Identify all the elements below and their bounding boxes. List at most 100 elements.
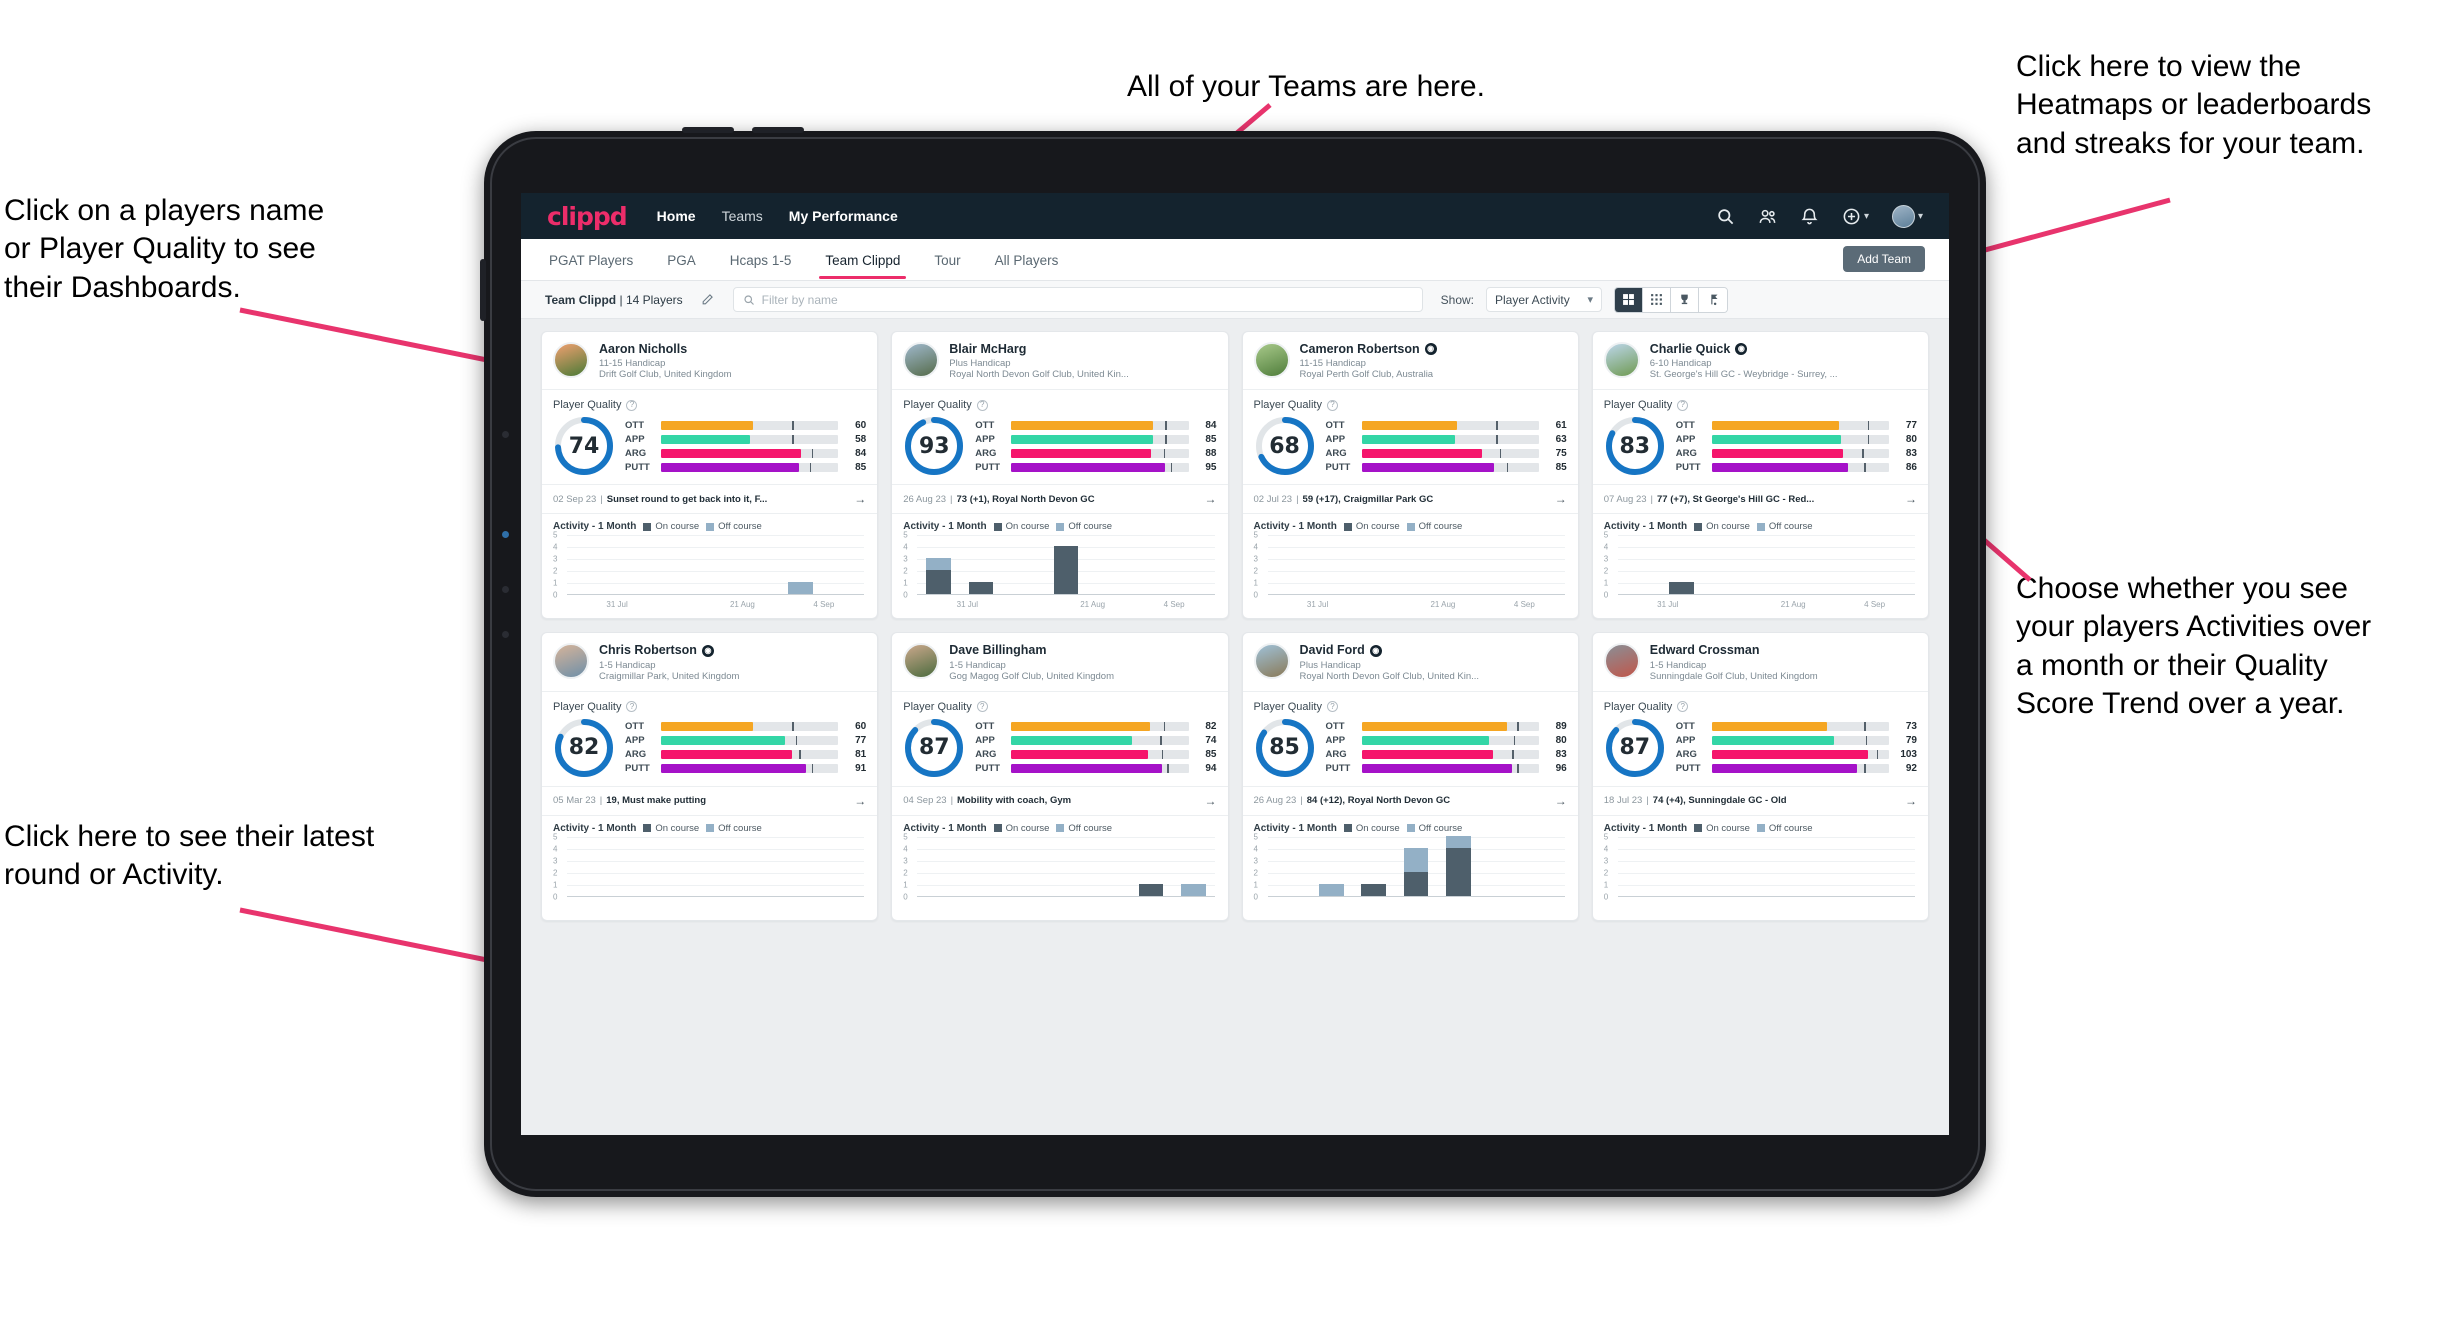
question-icon[interactable]: ? [626, 399, 638, 411]
player-card[interactable]: Edward Crossman 1-5 Handicap Sunningdale G… [1591, 632, 1929, 921]
stacked-bar[interactable] [1361, 883, 1386, 896]
stacked-bar[interactable] [788, 582, 813, 595]
question-icon[interactable]: ? [1677, 399, 1689, 411]
stacked-bar[interactable] [1318, 883, 1344, 896]
view-trophy-button[interactable] [1671, 287, 1699, 312]
tab-tour[interactable]: Tour [932, 241, 962, 279]
player-card[interactable]: Cameron Robertson ◉ 11-15 Handicap Royal Pe… [1241, 331, 1579, 620]
nav-home[interactable]: Home [657, 208, 696, 224]
arrow-right-icon[interactable]: → [1205, 794, 1217, 808]
arrow-right-icon[interactable]: → [854, 794, 866, 808]
clippd-logo[interactable]: clippd [547, 202, 628, 231]
player-avatar[interactable] [553, 643, 589, 680]
player-card[interactable]: David Ford ◉ Plus Handicap Royal North Devo… [1241, 632, 1579, 921]
player-avatar[interactable] [553, 342, 589, 378]
arrow-right-icon[interactable]: → [854, 492, 866, 506]
arrow-right-icon[interactable]: → [1905, 492, 1917, 506]
question-icon[interactable]: ? [1326, 399, 1338, 411]
player-avatar[interactable] [903, 643, 940, 680]
stacked-bar[interactable] [926, 558, 951, 595]
player-card[interactable]: Dave Billingham 1-5 Handicap Gog Magog Gol… [891, 632, 1229, 921]
arrow-right-icon[interactable]: → [1555, 794, 1567, 808]
tab-pgat-players[interactable]: PGAT Players [547, 241, 635, 279]
player-card-header[interactable]: Chris Robertson ◉ 1-5 Handicap Craigmillar … [542, 633, 877, 690]
nav-teams[interactable]: Teams [722, 208, 763, 224]
view-flag-button[interactable] [1699, 287, 1727, 312]
player-quality-section[interactable]: Player Quality? 87 OTT 73 APP 79 ARG 103 PUTT 92 [1593, 692, 1928, 786]
player-name[interactable]: Cameron Robertson ◉ [1300, 342, 1437, 356]
search-input[interactable]: Filter by name [732, 287, 1423, 312]
player-quality-section[interactable]: Player Quality? 68 OTT 61 APP 63 ARG 75 PUTT 85 [1243, 390, 1578, 484]
player-quality-section[interactable]: Player Quality? 93 OTT 84 APP 85 ARG 88 PUTT 95 [892, 390, 1227, 484]
volume-button-down[interactable] [752, 127, 804, 133]
player-quality-section[interactable]: Player Quality? 87 OTT 82 APP 74 ARG 85 PUTT 94 [892, 692, 1227, 786]
player-avatar[interactable] [1603, 643, 1640, 680]
stacked-bar[interactable] [1669, 582, 1694, 595]
arrow-right-icon[interactable]: → [1205, 492, 1217, 506]
question-icon[interactable]: ? [1326, 701, 1338, 713]
view-grid-small-button[interactable] [1643, 287, 1671, 312]
player-card-header[interactable]: Dave Billingham 1-5 Handicap Gog Magog Gol… [892, 633, 1227, 690]
stacked-bar[interactable] [1053, 546, 1079, 595]
nav-my-performance[interactable]: My Performance [789, 208, 898, 224]
latest-round-row[interactable]: 26 Aug 23 | 84 (+12), Royal North Devon GC… [1243, 787, 1578, 815]
player-card-header[interactable]: Edward Crossman 1-5 Handicap Sunningdale G… [1593, 633, 1928, 690]
player-card-header[interactable]: Charlie Quick ◉ 6-10 Handicap St. George's … [1593, 332, 1928, 389]
player-quality-section[interactable]: Player Quality? 85 OTT 89 APP 80 ARG 83 PUTT 96 [1243, 692, 1578, 786]
question-icon[interactable]: ? [626, 701, 638, 713]
latest-round-row[interactable]: 07 Aug 23 | 77 (+7), St George's Hill GC -… [1593, 485, 1928, 513]
stacked-bar[interactable] [1446, 835, 1471, 896]
question-icon[interactable]: ? [976, 399, 988, 411]
player-card[interactable]: Charlie Quick ◉ 6-10 Handicap St. George's … [1591, 331, 1929, 620]
player-name[interactable]: Aaron Nicholls [599, 342, 732, 356]
tab-pga[interactable]: PGA [665, 241, 698, 279]
player-avatar[interactable] [1253, 643, 1290, 680]
tab-all-players[interactable]: All Players [993, 241, 1061, 279]
player-name[interactable]: Chris Robertson ◉ [599, 643, 739, 657]
player-card-header[interactable]: Cameron Robertson ◉ 11-15 Handicap Royal Pe… [1243, 332, 1578, 389]
player-name[interactable]: Dave Billingham [949, 643, 1114, 657]
player-quality-section[interactable]: Player Quality? 82 OTT 60 APP 77 ARG 81 PUTT 91 [542, 692, 877, 786]
latest-round-row[interactable]: 18 Jul 23 | 74 (+4), Sunningdale GC - Old → [1593, 787, 1928, 815]
stacked-bar[interactable] [1180, 883, 1206, 896]
people-icon[interactable] [1758, 207, 1777, 226]
player-card-header[interactable]: Aaron Nicholls 11-15 Handicap Drift Golf C… [542, 332, 877, 389]
latest-round-row[interactable]: 26 Aug 23 | 73 (+1), Royal North Devon GC → [892, 485, 1227, 513]
player-avatar[interactable] [903, 342, 940, 378]
profile-menu[interactable]: ▾ [1891, 204, 1923, 228]
arrow-right-icon[interactable]: → [1555, 492, 1567, 506]
pencil-icon[interactable] [695, 289, 721, 311]
power-button[interactable] [480, 259, 486, 321]
bell-icon[interactable] [1800, 207, 1819, 226]
player-card-header[interactable]: David Ford ◉ Plus Handicap Royal North Devo… [1243, 633, 1578, 690]
add-menu[interactable]: ▾ [1842, 207, 1869, 226]
question-icon[interactable]: ? [1677, 701, 1689, 713]
player-name[interactable]: Edward Crossman [1650, 643, 1818, 657]
stacked-bar[interactable] [968, 582, 994, 595]
player-card[interactable]: Blair McHarg Plus Handicap Royal North Dev… [891, 331, 1229, 620]
add-team-button[interactable]: Add Team [1843, 246, 1925, 272]
stacked-bar[interactable] [1138, 883, 1164, 896]
player-avatar[interactable] [1603, 342, 1640, 378]
player-name[interactable]: Blair McHarg [949, 342, 1129, 356]
tab-team-clippd[interactable]: Team Clippd [819, 241, 907, 279]
latest-round-row[interactable]: 02 Jul 23 | 59 (+17), Craigmillar Park GC → [1243, 485, 1578, 513]
arrow-right-icon[interactable]: → [1905, 794, 1917, 808]
question-icon[interactable]: ? [976, 701, 988, 713]
player-name[interactable]: David Ford ◉ [1300, 643, 1480, 657]
avatar[interactable] [1891, 204, 1915, 228]
latest-round-row[interactable]: 02 Sep 23 | Sunset round to get back into … [542, 485, 877, 513]
tab-hcaps-1-5[interactable]: Hcaps 1-5 [728, 241, 794, 279]
view-grid-large-button[interactable] [1615, 287, 1643, 312]
player-card[interactable]: Aaron Nicholls 11-15 Handicap Drift Golf C… [541, 331, 879, 620]
player-quality-section[interactable]: Player Quality? 83 OTT 77 APP 80 ARG 83 PUTT 86 [1593, 390, 1928, 484]
player-name[interactable]: Charlie Quick ◉ [1650, 342, 1838, 356]
latest-round-row[interactable]: 05 Mar 23 | 19, Must make putting → [542, 787, 877, 815]
search-icon[interactable] [1716, 207, 1735, 226]
player-avatar[interactable] [1253, 342, 1290, 378]
player-quality-section[interactable]: Player Quality? 74 OTT 60 APP 58 ARG 84 PUTT 85 [542, 390, 877, 484]
player-card-header[interactable]: Blair McHarg Plus Handicap Royal North Dev… [892, 332, 1227, 389]
plus-circle-icon[interactable] [1842, 207, 1861, 226]
volume-button-up[interactable] [682, 127, 734, 133]
player-card[interactable]: Chris Robertson ◉ 1-5 Handicap Craigmillar … [541, 632, 879, 921]
